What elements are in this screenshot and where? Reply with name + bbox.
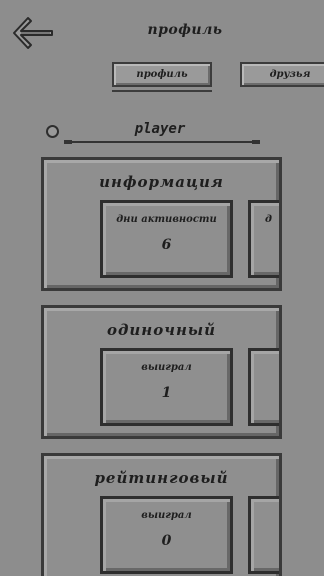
stat-card: д bbox=[248, 200, 279, 278]
stat-card bbox=[248, 348, 279, 426]
stat-card: выиграл 1 bbox=[100, 348, 233, 426]
stat-label: дни активности bbox=[116, 214, 217, 225]
username-underline bbox=[64, 140, 260, 144]
section-title: рейтинговый bbox=[94, 469, 229, 487]
stat-value: 0 bbox=[161, 533, 172, 549]
stat-card bbox=[248, 496, 279, 574]
active-tab-indicator bbox=[112, 90, 212, 92]
username: player bbox=[134, 121, 186, 137]
stat-label: выиграл bbox=[141, 510, 192, 521]
section-title: информация bbox=[99, 173, 224, 191]
stat-value: 6 bbox=[161, 237, 172, 253]
stat-label: выиграл bbox=[141, 362, 192, 373]
tab-friends[interactable]: друзья bbox=[240, 62, 324, 87]
arrow-left-icon bbox=[13, 17, 53, 49]
section-rating: рейтинговый выиграл 0 bbox=[41, 453, 282, 576]
stat-card: дни активности 6 bbox=[100, 200, 233, 278]
status-indicator bbox=[46, 125, 59, 138]
stat-card: выиграл 0 bbox=[100, 496, 233, 574]
stat-label: д bbox=[265, 214, 272, 225]
stat-value: 1 bbox=[161, 385, 172, 401]
tab-profile[interactable]: профиль bbox=[112, 62, 212, 87]
page-title: профиль bbox=[147, 22, 223, 38]
back-button[interactable] bbox=[10, 14, 56, 52]
section-info: информация дни активности 6 д bbox=[41, 157, 282, 291]
section-single: одиночный выиграл 1 bbox=[41, 305, 282, 439]
section-title: одиночный bbox=[106, 321, 217, 339]
